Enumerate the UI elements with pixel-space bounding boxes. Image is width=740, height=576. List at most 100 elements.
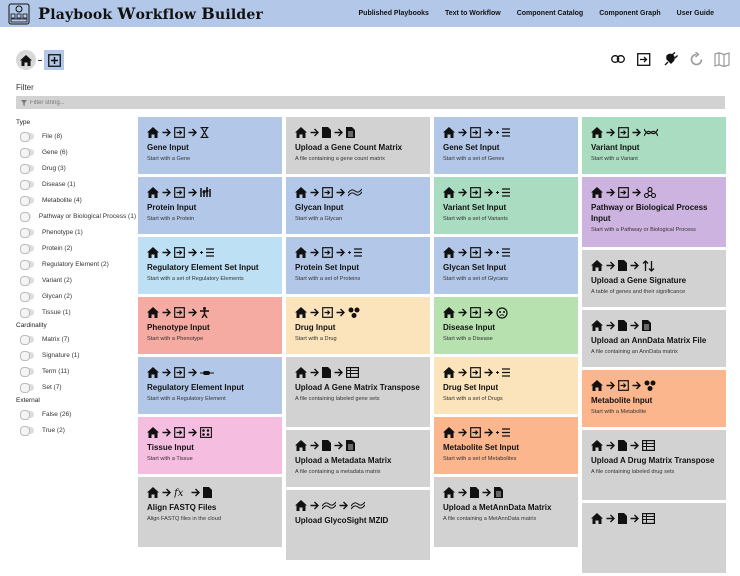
toggle-switch[interactable] bbox=[20, 410, 34, 420]
card-title: Regulatory Element Input bbox=[147, 383, 244, 392]
toggle-switch[interactable] bbox=[20, 426, 34, 436]
arrow-icon bbox=[484, 248, 493, 257]
facet-toggle-row[interactable]: Disease (1) bbox=[16, 176, 136, 192]
component-card[interactable]: Protein Input Start with a Protein bbox=[138, 177, 282, 234]
component-card[interactable]: Tissue Input Start with a Tissue bbox=[138, 417, 282, 474]
toggle-switch[interactable] bbox=[20, 132, 34, 142]
component-card[interactable]: Disease Input Start with a Disease bbox=[434, 297, 578, 354]
component-card[interactable]: Upload GlycoSight MZID bbox=[286, 490, 430, 560]
component-card[interactable]: Metabolite Set Input Start with a set of … bbox=[434, 417, 578, 474]
nav-published-playbooks[interactable]: Published Playbooks bbox=[359, 10, 429, 17]
toggle-switch[interactable] bbox=[20, 196, 34, 206]
export-icon[interactable] bbox=[636, 51, 652, 67]
facet-label: True (2) bbox=[42, 426, 65, 434]
card-title: Upload a Metadata Matrix bbox=[295, 456, 392, 465]
component-card[interactable]: Upload A Gene Matrix Transpose A file con… bbox=[286, 357, 430, 427]
toggle-switch[interactable] bbox=[20, 276, 34, 286]
facet-toggle-row[interactable]: Matrix (7) bbox=[16, 331, 136, 347]
filter-input[interactable] bbox=[30, 99, 330, 106]
file-icon bbox=[322, 127, 331, 138]
facet-toggle-row[interactable]: Term (11) bbox=[16, 363, 136, 379]
toggle-switch[interactable] bbox=[20, 351, 34, 361]
component-card[interactable]: Regulatory Element Set Input Start with a… bbox=[138, 237, 282, 294]
home-button[interactable] bbox=[16, 50, 36, 70]
component-card[interactable]: Upload a Gene Count Matrix A file contain… bbox=[286, 117, 430, 174]
component-card[interactable]: Upload A Drug Matrix Transpose A file con… bbox=[582, 430, 726, 500]
facet-toggle-row[interactable]: Signature (1) bbox=[16, 347, 136, 363]
component-card[interactable]: Variant Input Start with a Variant bbox=[582, 117, 726, 174]
component-card[interactable]: Upload a MetAnnData Matrix A file contain… bbox=[434, 477, 578, 547]
component-card[interactable]: Gene Set Input Start with a set of Genes bbox=[434, 117, 578, 174]
file-icon bbox=[322, 367, 331, 378]
card-icon-chain bbox=[147, 366, 274, 379]
component-card[interactable]: fx Align FASTQ Files Align FASTQ files in … bbox=[138, 477, 282, 547]
facet-toggle-row[interactable]: Pathway or Biological Process (1) bbox=[16, 208, 136, 224]
main-nav: Published Playbooks Text to Workflow Com… bbox=[343, 0, 714, 27]
toggle-switch[interactable] bbox=[20, 164, 34, 174]
component-card[interactable]: Drug Set Input Start with a set of Drugs bbox=[434, 357, 578, 414]
card-description: Start with a Metabolite bbox=[591, 409, 647, 415]
home-icon bbox=[591, 260, 603, 271]
home-icon bbox=[295, 187, 307, 198]
logo-icon[interactable] bbox=[8, 3, 30, 25]
facet-label: Variant (2) bbox=[42, 276, 72, 284]
fx-icon: fx bbox=[174, 487, 188, 498]
add-step-button[interactable] bbox=[44, 50, 64, 70]
nav-user-guide[interactable]: User Guide bbox=[677, 10, 714, 17]
card-description: Start with a set of Metabolites bbox=[443, 456, 517, 462]
component-card[interactable]: Pathway or Biological Process Input Start… bbox=[582, 177, 726, 247]
component-card[interactable]: Upload an AnnData Matrix File A file cont… bbox=[582, 310, 726, 367]
facet-toggle-row[interactable]: Phenotype (1) bbox=[16, 224, 136, 240]
toggle-switch[interactable] bbox=[20, 383, 34, 393]
facet-toggle-row[interactable]: Set (7) bbox=[16, 379, 136, 395]
component-card[interactable]: Gene Input Start with a Gene bbox=[138, 117, 282, 174]
component-card[interactable]: Metabolite Input Start with a Metabolite bbox=[582, 370, 726, 427]
hourglass-icon bbox=[200, 127, 209, 138]
component-card[interactable]: Protein Set Input Start with a set of Pro… bbox=[286, 237, 430, 294]
facet-toggle-row[interactable]: True (2) bbox=[16, 422, 136, 438]
facet-toggle-row[interactable]: File (8) bbox=[16, 128, 136, 144]
toggle-switch[interactable] bbox=[20, 212, 31, 222]
nav-component-catalog[interactable]: Component Catalog bbox=[517, 10, 584, 17]
component-card[interactable]: Regulatory Element Input Start with a Reg… bbox=[138, 357, 282, 414]
facet-toggle-row[interactable]: Protein (2) bbox=[16, 240, 136, 256]
toggle-switch[interactable] bbox=[20, 228, 34, 238]
arrow-icon bbox=[334, 441, 343, 450]
tissue-icon bbox=[200, 427, 212, 438]
link-icon[interactable] bbox=[610, 51, 626, 67]
facet-toggle-row[interactable]: Gene (6) bbox=[16, 144, 136, 160]
reset-icon[interactable] bbox=[688, 51, 704, 67]
home-icon bbox=[591, 320, 603, 331]
toggle-switch[interactable] bbox=[20, 260, 34, 270]
map-icon[interactable] bbox=[714, 51, 730, 67]
facet-toggle-row[interactable]: False (26) bbox=[16, 406, 136, 422]
toggle-switch[interactable] bbox=[20, 244, 34, 254]
nav-component-graph[interactable]: Component Graph bbox=[599, 10, 660, 17]
facet-toggle-row[interactable]: Regulatory Element (2) bbox=[16, 256, 136, 272]
component-card[interactable]: Variant Set Input Start with a set of Var… bbox=[434, 177, 578, 234]
title-part: uilder bbox=[214, 7, 264, 23]
toggle-switch[interactable] bbox=[20, 180, 34, 190]
facet-toggle-row[interactable]: Variant (2) bbox=[16, 272, 136, 288]
facet-toggle-row[interactable]: Glycan (2) bbox=[16, 288, 136, 304]
toggle-switch[interactable] bbox=[20, 367, 34, 377]
component-card[interactable]: Phenotype Input Start with a Phenotype bbox=[138, 297, 282, 354]
component-card[interactable]: Glycan Set Input Start with a set of Glyc… bbox=[434, 237, 578, 294]
toggle-switch[interactable] bbox=[20, 335, 34, 345]
app-title[interactable]: Playbook Workflow Builder bbox=[38, 4, 263, 23]
component-card[interactable]: Drug Input Start with a Drug bbox=[286, 297, 430, 354]
component-card[interactable]: Upload a Gene Signature A table of genes … bbox=[582, 250, 726, 307]
arrow-icon bbox=[632, 128, 641, 137]
facet-toggle-row[interactable]: Drug (3) bbox=[16, 160, 136, 176]
toggle-switch[interactable] bbox=[20, 292, 34, 302]
component-card[interactable] bbox=[582, 503, 726, 573]
toggle-switch[interactable] bbox=[20, 308, 34, 318]
toggle-switch[interactable] bbox=[20, 148, 34, 158]
facet-toggle-row[interactable]: Metabolite (4) bbox=[16, 192, 136, 208]
component-card[interactable]: Upload a Metadata Matrix A file containin… bbox=[286, 430, 430, 487]
home-icon bbox=[295, 247, 307, 258]
plug-icon[interactable] bbox=[662, 51, 678, 67]
component-card[interactable]: Glycan Input Start with a Glycan bbox=[286, 177, 430, 234]
nav-text-to-workflow[interactable]: Text to Workflow bbox=[445, 10, 501, 17]
facet-toggle-row[interactable]: Tissue (1) bbox=[16, 304, 136, 320]
